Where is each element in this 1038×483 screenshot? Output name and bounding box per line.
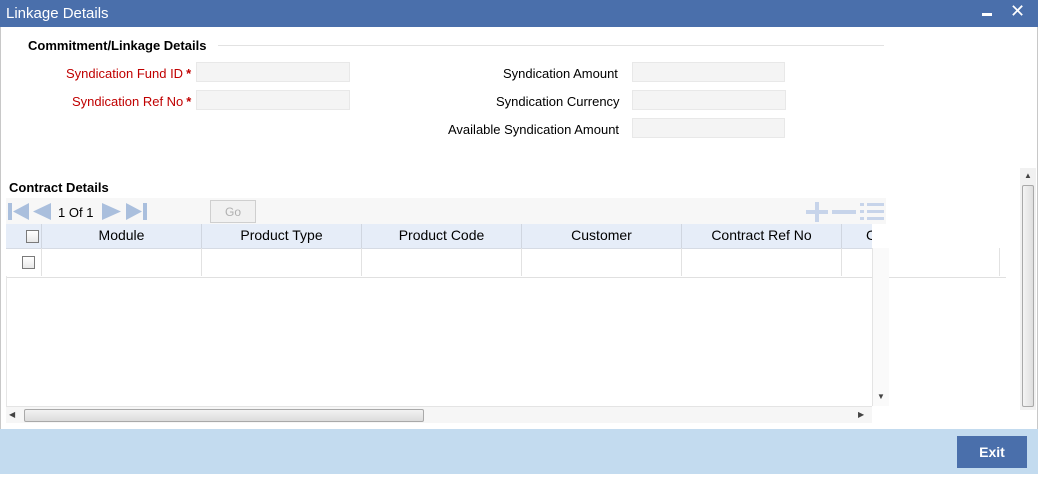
close-icon[interactable]: ✕: [1010, 1, 1025, 21]
grid-vertical-scrollbar[interactable]: ▼: [872, 248, 889, 406]
section-title-commitment: Commitment/Linkage Details: [28, 38, 207, 53]
select-all-column: [6, 224, 42, 248]
column-header-contract-ref-no[interactable]: Contract Ref No: [682, 224, 842, 248]
row-checkbox[interactable]: [22, 256, 35, 269]
cell-contract-ref-no[interactable]: [682, 248, 842, 276]
horizontal-scroll-thumb[interactable]: [24, 409, 424, 422]
syndication-amount-input[interactable]: [632, 62, 785, 82]
cell-product-type[interactable]: [202, 248, 362, 276]
title-bar: Linkage Details ✕: [0, 0, 1038, 27]
section-divider: [218, 45, 884, 46]
first-page-icon[interactable]: [8, 202, 30, 222]
grid-header-row: Module Product Type Product Code Custome…: [6, 224, 872, 249]
syndication-currency-label: Syndication Currency: [496, 94, 620, 109]
row-select-cell: [6, 248, 42, 276]
syndication-fund-id-input[interactable]: [196, 62, 350, 82]
minimize-icon[interactable]: [982, 13, 992, 16]
cell-product-code[interactable]: [362, 248, 522, 276]
cell-module[interactable]: [42, 248, 202, 276]
syndication-currency-input[interactable]: [632, 90, 786, 110]
previous-page-icon[interactable]: [31, 202, 53, 222]
cell-customer[interactable]: [522, 248, 682, 276]
last-page-icon[interactable]: [125, 202, 149, 222]
syndication-amount-label: Syndication Amount: [503, 66, 618, 81]
exit-button[interactable]: Exit: [957, 436, 1027, 468]
add-row-icon[interactable]: [804, 200, 828, 222]
column-header-customer[interactable]: Customer: [522, 224, 682, 248]
list-view-icon[interactable]: [860, 200, 884, 222]
go-button[interactable]: Go: [210, 200, 256, 223]
window-scroll-thumb[interactable]: [1022, 185, 1034, 407]
column-header-partial[interactable]: C: [842, 224, 872, 248]
window-scroll-up-icon[interactable]: ▲: [1024, 171, 1032, 180]
next-page-icon[interactable]: [101, 202, 123, 222]
delete-row-icon[interactable]: [832, 200, 856, 222]
table-row[interactable]: [6, 248, 1006, 278]
cell-extra[interactable]: [842, 248, 1000, 276]
syndication-ref-no-label: Syndication Ref No *: [72, 94, 192, 109]
pager-status: 1 Of 1: [58, 205, 94, 220]
grid-toolbar: 1 Of 1 Go: [6, 198, 886, 225]
column-header-product-type[interactable]: Product Type: [202, 224, 362, 248]
scroll-right-icon[interactable]: ▶: [858, 410, 864, 419]
available-syndication-amount-input[interactable]: [632, 118, 785, 138]
page-number-input[interactable]: [163, 203, 209, 225]
window-title: Linkage Details: [6, 5, 109, 22]
column-header-product-code[interactable]: Product Code: [362, 224, 522, 248]
scroll-left-icon[interactable]: ◀: [9, 410, 15, 419]
footer-bar: Exit: [0, 429, 1038, 474]
available-syndication-amount-label: Available Syndication Amount: [448, 122, 620, 137]
section-title-contract: Contract Details: [9, 180, 109, 195]
contract-details-grid: 1 Of 1 Go Module Product Type Product Co…: [6, 198, 1006, 426]
syndication-fund-id-label: Syndication Fund ID *: [66, 66, 192, 81]
window-vertical-scrollbar[interactable]: ▲: [1020, 168, 1036, 410]
select-all-checkbox[interactable]: [26, 230, 39, 243]
syndication-ref-no-input[interactable]: [196, 90, 350, 110]
grid-horizontal-scrollbar[interactable]: ◀ ▶: [6, 406, 872, 423]
grid-body: [6, 276, 873, 406]
column-header-module[interactable]: Module: [42, 224, 202, 248]
scroll-down-icon[interactable]: ▼: [877, 392, 885, 401]
